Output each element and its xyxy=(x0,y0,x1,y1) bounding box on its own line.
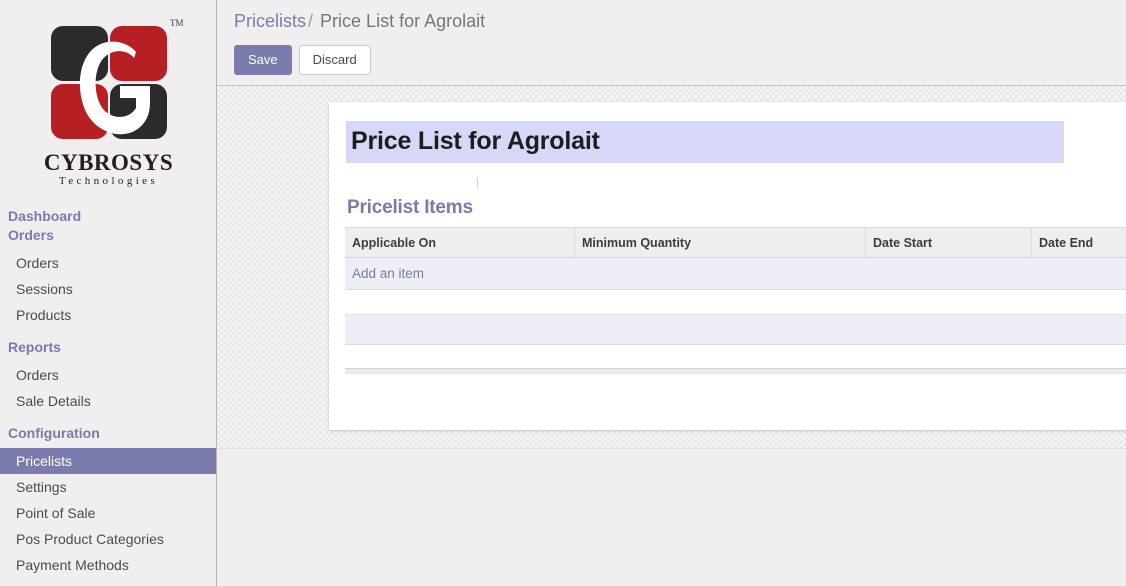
sidebar-item-pricelists[interactable]: Pricelists xyxy=(0,448,216,474)
column-header-date-start[interactable]: Date Start xyxy=(865,227,1032,258)
text-cursor-marker xyxy=(477,177,478,188)
sidebar-item-settings[interactable]: Settings xyxy=(0,474,216,500)
logo-letter-g-icon xyxy=(79,41,150,135)
discard-button[interactable]: Discard xyxy=(298,45,371,75)
sidebar-item-reports-orders[interactable]: Orders xyxy=(0,362,216,388)
secondary-band xyxy=(345,314,1126,345)
table-header-row: Applicable On Minimum Quantity Date Star… xyxy=(345,227,1126,258)
column-header-applicable-on[interactable]: Applicable On xyxy=(345,227,575,258)
application-window: TM CYBROSYS Technologies Dashboard Order… xyxy=(0,0,1126,586)
form-sheet-inner: Pricelist Items Applicable On Minimum Qu… xyxy=(329,102,1126,374)
form-sheet: Pricelist Items Applicable On Minimum Qu… xyxy=(329,102,1126,430)
main-region: Pricelists / Price List for Agrolait Save… xyxy=(217,0,1126,586)
column-header-date-end[interactable]: Date End xyxy=(1031,227,1126,258)
sidebar-item-payment-methods[interactable]: Payment Methods xyxy=(0,552,216,578)
sidebar-menu: Dashboard Orders Orders Sessions Product… xyxy=(0,197,216,586)
add-an-item-link[interactable]: Add an item xyxy=(345,257,575,290)
sidebar-item-pos-product-categories[interactable]: Pos Product Categories xyxy=(0,526,216,552)
add-row-filler-1 xyxy=(574,257,866,290)
cybrosys-logo-icon xyxy=(46,26,171,146)
pricelist-name-input[interactable] xyxy=(346,121,1064,163)
brand-logo[interactable]: TM CYBROSYS Technologies xyxy=(0,0,216,197)
sidebar-group-gap-2 xyxy=(0,414,216,424)
sidebar-header-configuration[interactable]: Configuration xyxy=(0,424,216,442)
sidebar-item-barcode-nomenclatures[interactable]: Barcode Nomenclatures xyxy=(0,578,216,586)
breadcrumb-root[interactable]: Pricelists xyxy=(234,11,306,31)
sidebar-header-dashboard[interactable]: Dashboard xyxy=(0,207,216,225)
brand-name: CYBROSYS xyxy=(43,150,174,175)
sidebar-item-sale-details[interactable]: Sale Details xyxy=(0,388,216,414)
sidebar-item-point-of-sale[interactable]: Point of Sale xyxy=(0,500,216,526)
sidebar-header-reports[interactable]: Reports xyxy=(0,338,216,356)
secondary-band-wrap xyxy=(345,314,1126,345)
sheet-divider xyxy=(345,368,1126,374)
content-footer xyxy=(217,448,1126,586)
pricelist-items-table: Applicable On Minimum Quantity Date Star… xyxy=(345,227,1126,290)
save-button[interactable]: Save xyxy=(234,45,292,75)
sidebar-item-sessions[interactable]: Sessions xyxy=(0,276,216,302)
control-panel: Pricelists / Price List for Agrolait Save… xyxy=(217,0,1126,86)
table-head: Applicable On Minimum Quantity Date Star… xyxy=(345,227,1126,258)
pricelist-items-heading: Pricelist Items xyxy=(347,197,473,218)
sidebar-header-orders[interactable]: Orders xyxy=(0,226,216,244)
breadcrumb-separator: / xyxy=(308,11,314,31)
breadcrumb: Pricelists / Price List for Agrolait xyxy=(234,11,485,32)
add-row-filler-2 xyxy=(865,257,1032,290)
content-area: Pricelist Items Applicable On Minimum Qu… xyxy=(217,86,1126,448)
breadcrumb-current: Price List for Agrolait xyxy=(320,11,486,31)
add-row-filler-3 xyxy=(1031,257,1126,290)
sheet-divider-wrap xyxy=(345,368,1126,374)
brand-tagline: Technologies xyxy=(58,175,159,187)
sidebar-item-products[interactable]: Products xyxy=(0,302,216,328)
table-body: Add an item xyxy=(345,257,1126,290)
form-action-buttons: Save Discard xyxy=(234,45,371,75)
sidebar-item-orders[interactable]: Orders xyxy=(0,250,216,276)
sidebar: TM CYBROSYS Technologies Dashboard Order… xyxy=(0,0,217,586)
add-item-row[interactable]: Add an item xyxy=(345,257,1126,290)
trademark-symbol: TM xyxy=(170,18,184,28)
column-header-minimum-quantity[interactable]: Minimum Quantity xyxy=(574,227,866,258)
